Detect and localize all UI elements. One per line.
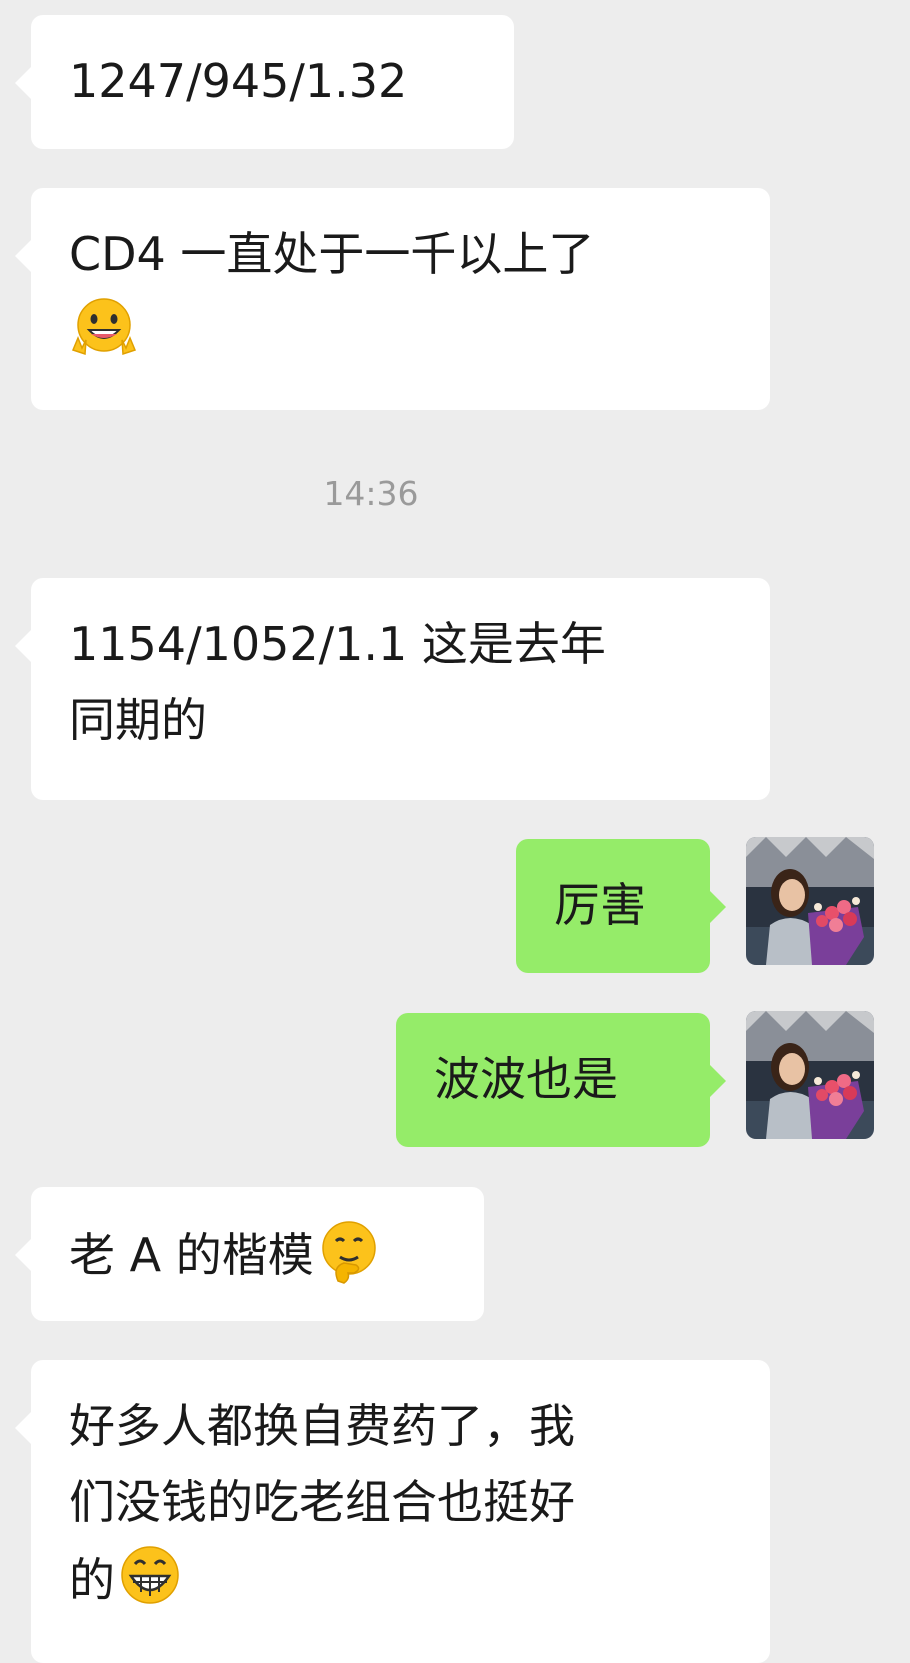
message-text: 1247/945/1.32 [69, 54, 408, 108]
chat-bubble-outgoing[interactable]: 厉害 [516, 839, 726, 973]
user-avatar[interactable] [746, 1011, 874, 1139]
chat-bubble-incoming[interactable]: 1154/1052/1.1 这是去年 同期的 [15, 578, 770, 800]
chat-bubble-incoming[interactable]: 老 A 的楷模 [15, 1187, 484, 1321]
message-text: CD4 一直处于一千以上了 [69, 227, 595, 281]
message-text: 厉害 [554, 878, 646, 932]
chat-bubble-incoming[interactable]: 好多人都换自费药了，我 们没钱的吃老组合也挺好 的 [15, 1360, 770, 1663]
grinning-teeth-emoji-icon [115, 1540, 185, 1610]
message-text: 波波也是 [434, 1052, 618, 1106]
thinking-face-emoji-icon [314, 1215, 384, 1285]
user-avatar[interactable] [746, 837, 874, 965]
chat-bubble-outgoing[interactable]: 波波也是 [396, 1013, 726, 1147]
chat-timestamp: 14:36 [323, 474, 419, 513]
chat-bubble-incoming[interactable]: 1247/945/1.32 [15, 15, 514, 149]
message-text: 老 A 的楷模 [69, 1228, 314, 1282]
grinning-peace-emoji-icon [69, 292, 139, 362]
chat-bubble-incoming[interactable]: CD4 一直处于一千以上了 [15, 188, 770, 410]
message-text: 1154/1052/1.1 这是去年 同期的 [69, 617, 606, 747]
